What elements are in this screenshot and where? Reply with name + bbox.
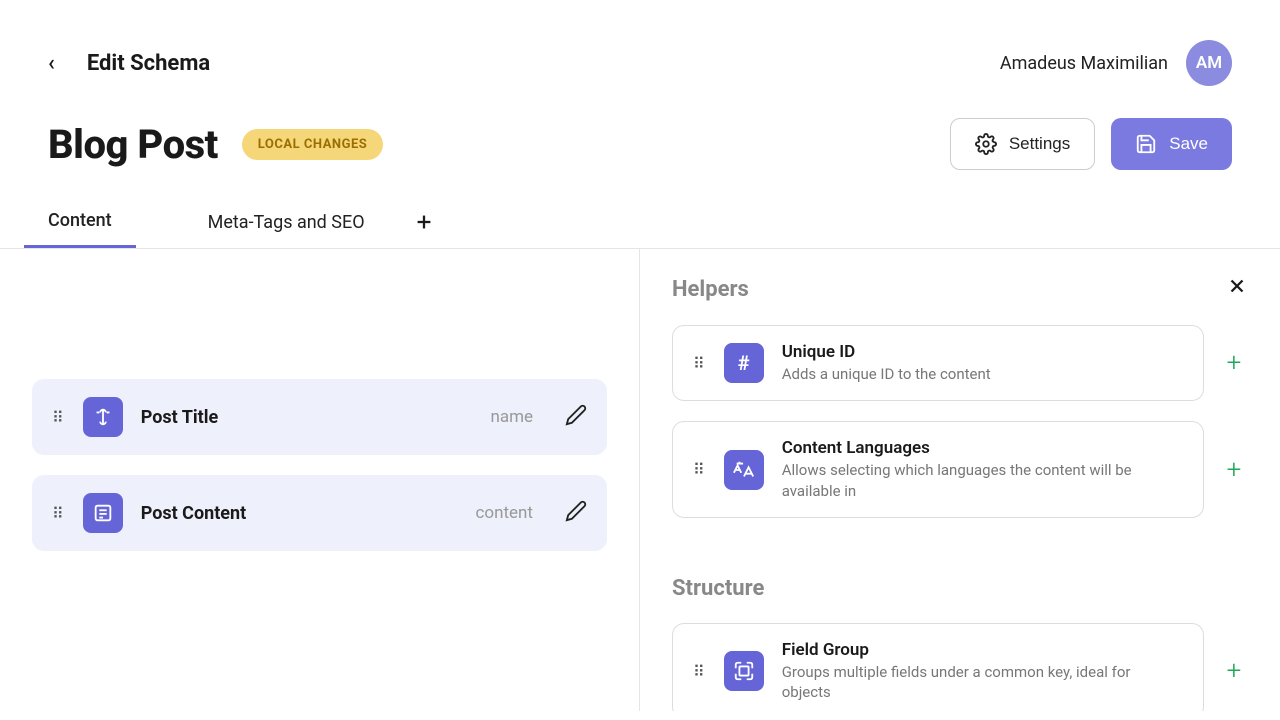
section-title: Helpers: [672, 277, 749, 302]
section-head-structure: Structure: [672, 576, 1248, 601]
add-helper-button[interactable]: +: [1220, 455, 1248, 485]
page-title: Blog Post: [48, 121, 218, 168]
top-header: ‹ Edit Schema Amadeus Maximilian AM: [0, 0, 1280, 86]
helper-desc: Adds a unique ID to the content: [782, 364, 1183, 384]
field-label: Post Title: [141, 407, 473, 428]
field-label: Post Content: [141, 503, 458, 524]
title-actions: Settings Save: [950, 118, 1232, 170]
close-icon: [1226, 275, 1248, 297]
tabs: Content Meta-Tags and SEO: [0, 170, 1280, 249]
header-title: Edit Schema: [87, 51, 210, 76]
save-button[interactable]: Save: [1111, 118, 1232, 170]
helper-text: Field Group Groups multiple fields under…: [782, 640, 1183, 703]
translate-icon: [724, 450, 764, 490]
helper-card-field-group[interactable]: ⠿ Field Group Groups multiple fields und…: [672, 623, 1204, 711]
tab-meta-seo[interactable]: Meta-Tags and SEO: [208, 212, 365, 247]
header-left: ‹ Edit Schema: [48, 51, 210, 76]
helper-card-unique-id[interactable]: ⠿ # Unique ID Adds a unique ID to the co…: [672, 325, 1204, 401]
avatar[interactable]: AM: [1186, 40, 1232, 86]
field-key: name: [490, 407, 533, 427]
field-card-post-title[interactable]: ⠿ Post Title name: [32, 379, 607, 455]
add-helper-button[interactable]: +: [1220, 656, 1248, 686]
plus-icon: [413, 211, 435, 233]
helpers-panel: Helpers ⠿ # Unique ID Adds a unique ID t…: [640, 249, 1280, 711]
drag-handle-icon[interactable]: ⠿: [693, 354, 706, 373]
settings-label: Settings: [1009, 134, 1070, 154]
title-left: Blog Post LOCAL CHANGES: [48, 121, 383, 168]
helper-title: Content Languages: [782, 438, 1183, 458]
helper-desc: Groups multiple fields under a common ke…: [782, 662, 1183, 703]
drag-handle-icon[interactable]: ⠿: [693, 460, 706, 479]
hash-icon: #: [724, 343, 764, 383]
header-right: Amadeus Maximilian AM: [1000, 40, 1232, 86]
drag-handle-icon[interactable]: ⠿: [693, 662, 706, 681]
edit-field-button[interactable]: [565, 404, 587, 430]
helper-row-field-group: ⠿ Field Group Groups multiple fields und…: [672, 623, 1248, 711]
pencil-icon: [565, 404, 587, 426]
pencil-icon: [565, 500, 587, 522]
field-card-post-content[interactable]: ⠿ Post Content content: [32, 475, 607, 551]
helper-title: Field Group: [782, 640, 1183, 660]
tab-content[interactable]: Content: [24, 210, 136, 248]
user-name[interactable]: Amadeus Maximilian: [1000, 53, 1168, 74]
text-cursor-icon: [83, 397, 123, 437]
group-icon: [724, 651, 764, 691]
helper-desc: Allows selecting which languages the con…: [782, 460, 1183, 501]
helper-title: Unique ID: [782, 342, 1183, 362]
add-helper-button[interactable]: +: [1220, 348, 1248, 378]
settings-button[interactable]: Settings: [950, 118, 1095, 170]
helper-text: Content Languages Allows selecting which…: [782, 438, 1183, 501]
helper-row-content-languages: ⠿ Content Languages Allows selecting whi…: [672, 421, 1248, 518]
status-badge: LOCAL CHANGES: [242, 129, 383, 160]
drag-handle-icon[interactable]: ⠿: [52, 504, 65, 523]
drag-handle-icon[interactable]: ⠿: [52, 408, 65, 427]
field-key: content: [475, 503, 533, 523]
close-panel-button[interactable]: [1226, 275, 1248, 303]
title-row: Blog Post LOCAL CHANGES Settings Save: [0, 86, 1280, 170]
back-chevron-icon[interactable]: ‹: [48, 51, 55, 76]
section-head-helpers: Helpers: [672, 275, 1248, 303]
save-label: Save: [1169, 134, 1208, 154]
helper-row-unique-id: ⠿ # Unique ID Adds a unique ID to the co…: [672, 325, 1248, 401]
rich-text-icon: [83, 493, 123, 533]
gear-icon: [975, 133, 997, 155]
helper-card-content-languages[interactable]: ⠿ Content Languages Allows selecting whi…: [672, 421, 1204, 518]
avatar-initials: AM: [1196, 53, 1222, 73]
add-tab-button[interactable]: [413, 211, 435, 247]
save-icon: [1135, 133, 1157, 155]
main: ⠿ Post Title name ⠿ Post Content content…: [0, 249, 1280, 711]
fields-panel: ⠿ Post Title name ⠿ Post Content content: [0, 249, 640, 711]
helper-text: Unique ID Adds a unique ID to the conten…: [782, 342, 1183, 384]
edit-field-button[interactable]: [565, 500, 587, 526]
section-title: Structure: [672, 576, 764, 601]
